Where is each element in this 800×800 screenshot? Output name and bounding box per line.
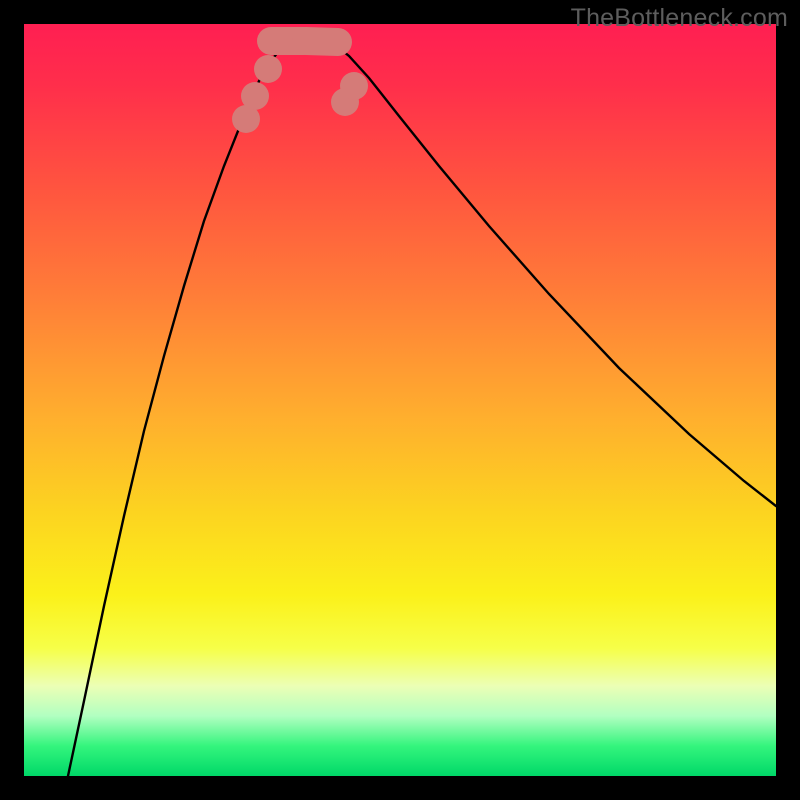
data-pill bbox=[292, 27, 352, 56]
chart-frame bbox=[24, 24, 776, 776]
watermark-text: TheBottleneck.com bbox=[571, 4, 788, 33]
left-curve bbox=[68, 39, 294, 776]
data-marker bbox=[254, 55, 282, 83]
data-marker bbox=[241, 82, 269, 110]
data-marker bbox=[340, 72, 368, 100]
plot bbox=[24, 24, 776, 776]
right-curve bbox=[324, 39, 776, 506]
markers-group bbox=[232, 27, 368, 133]
